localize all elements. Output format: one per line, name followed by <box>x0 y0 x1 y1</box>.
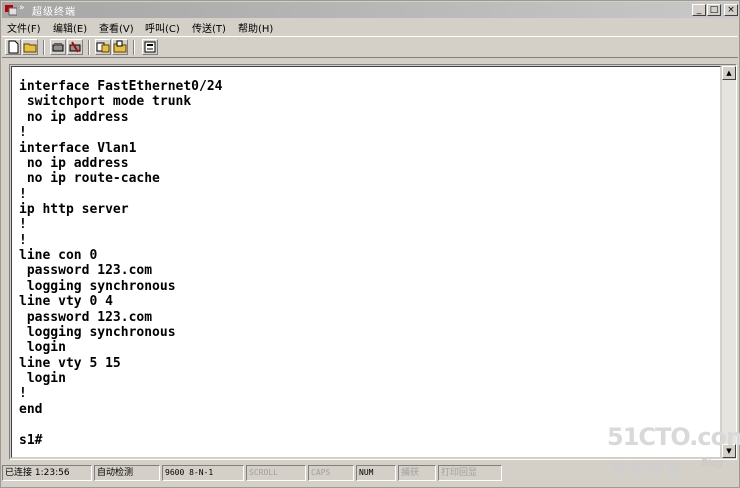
hyperterminal-window: » 超级终端 _ □ × 文件(F) 编辑(E) 查看(V) 呼叫(C) 传送(… <box>0 0 740 488</box>
terminal-line: interface Vlan1 <box>19 141 137 156</box>
terminal-line: logging synchronous <box>19 279 176 294</box>
watermark-subtitle: 技术博客 <box>611 460 684 479</box>
status-scroll: SCROLL <box>246 465 306 481</box>
terminal-line: line vty 5 15 <box>19 356 121 371</box>
watermark-blog: Blog <box>701 458 724 469</box>
phone-icon[interactable] <box>50 39 66 55</box>
open-icon[interactable] <box>22 39 38 55</box>
send-icon[interactable] <box>95 39 111 55</box>
toolbar-separator <box>88 40 90 55</box>
menu-call[interactable]: 呼叫(C) <box>145 20 180 35</box>
terminal-prompt: s1# <box>19 433 43 448</box>
terminal-line: line vty 0 4 <box>19 294 113 309</box>
toolbar-separator <box>133 40 135 55</box>
scroll-up-button[interactable]: ▲ <box>722 66 736 80</box>
terminal-line: ip http server <box>19 202 129 217</box>
terminal-line: line con 0 <box>19 248 98 263</box>
terminal-line: ! <box>19 386 27 401</box>
terminal-line: ! <box>19 187 27 202</box>
title-bar[interactable]: » 超级终端 _ □ × <box>2 2 738 18</box>
minimize-button[interactable]: _ <box>692 4 706 16</box>
terminal-line: ! <box>19 217 27 232</box>
toolbar <box>2 36 738 58</box>
status-capture: 捕获 <box>398 465 436 481</box>
terminal-line: no ip address <box>19 110 129 125</box>
status-print-echo: 打印回显 <box>438 465 502 481</box>
maximize-button[interactable]: □ <box>707 4 721 16</box>
status-auto-detect: 自动检测 <box>94 465 160 481</box>
terminal-line: no ip address <box>19 156 129 171</box>
status-num: NUM <box>356 465 396 481</box>
terminal-line: ! <box>19 125 27 140</box>
toolbar-separator <box>43 40 45 55</box>
watermark-logo: 51CTO.com <box>607 423 740 451</box>
menu-bar: 文件(F) 编辑(E) 查看(V) 呼叫(C) 传送(T) 帮助(H) <box>2 19 738 35</box>
terminal-line: ! <box>19 233 27 248</box>
terminal-line: end <box>19 402 43 417</box>
terminal-line: switchport mode trunk <box>19 94 192 109</box>
menu-edit[interactable]: 编辑(E) <box>53 20 87 35</box>
menu-help[interactable]: 帮助(H) <box>238 20 273 35</box>
terminal-line: password 123.com <box>19 263 153 278</box>
terminal-line: interface FastEthernet0/24 <box>19 79 223 94</box>
terminal-line: login <box>19 371 66 386</box>
menu-file[interactable]: 文件(F) <box>7 20 41 35</box>
vertical-scrollbar[interactable]: ▲ ▼ <box>722 66 736 458</box>
status-caps: CAPS <box>308 465 354 481</box>
status-connected-time: 已连接 1:23:56 <box>2 465 92 481</box>
receive-icon[interactable] <box>112 39 128 55</box>
app-icon <box>5 5 17 16</box>
terminal-screen[interactable]: interface FastEthernet0/24 switchport mo… <box>11 66 721 458</box>
menu-view[interactable]: 查看(V) <box>99 20 134 35</box>
terminal-line: login <box>19 340 66 355</box>
window-title: 超级终端 <box>32 7 76 18</box>
new-icon[interactable] <box>5 39 21 55</box>
close-button[interactable]: × <box>724 4 738 16</box>
properties-icon[interactable] <box>142 39 158 55</box>
terminal-line: logging synchronous <box>19 325 176 340</box>
status-port-settings: 9600 8-N-1 <box>162 465 244 481</box>
title-arrow: » <box>19 3 25 13</box>
terminal-line: no ip route-cache <box>19 171 160 186</box>
terminal-line: password 123.com <box>19 310 153 325</box>
disconnect-icon[interactable] <box>67 39 83 55</box>
menu-transfer[interactable]: 传送(T) <box>192 20 226 35</box>
terminal-frame: interface FastEthernet0/24 switchport mo… <box>9 64 737 460</box>
